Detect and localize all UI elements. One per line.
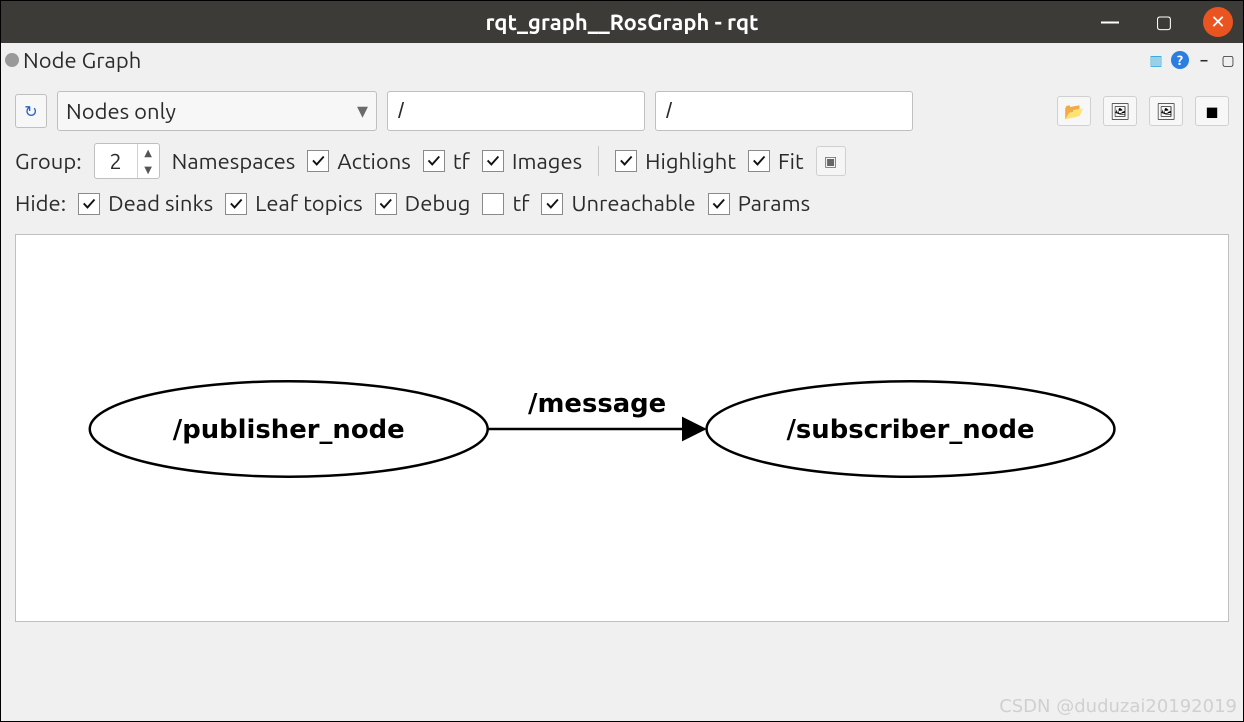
unreachable-check[interactable]: Unreachable <box>541 191 695 216</box>
subscriber-node-label: /subscriber_node <box>786 415 1034 445</box>
image-save2-icon: 🖼 <box>1156 102 1176 121</box>
highlight-label: Highlight <box>645 149 736 174</box>
debug-check[interactable]: Debug <box>375 191 471 216</box>
highlight-check[interactable]: Highlight <box>615 149 736 174</box>
checkbox-icon <box>78 193 100 215</box>
image-save-icon: 🖼 <box>1110 102 1130 121</box>
dock-toggle-icon[interactable]: ▥ <box>1147 51 1165 69</box>
unreachable-label: Unreachable <box>571 191 695 216</box>
checkbox-icon <box>423 150 445 172</box>
params-check[interactable]: Params <box>708 191 810 216</box>
hide-label: Hide: <box>15 191 66 216</box>
save-image-button[interactable]: 🖼 <box>1103 96 1137 126</box>
fit-label: Fit <box>778 149 804 174</box>
checkbox-icon <box>482 150 504 172</box>
debug-label: Debug <box>405 191 471 216</box>
export-buttons: 📂 🖼 🖼 ◼ <box>1057 96 1229 126</box>
chevron-down-icon: ▾ <box>357 98 368 124</box>
window-title: rqt_graph__RosGraph - rqt <box>485 10 758 35</box>
checkbox-icon <box>307 150 329 172</box>
toolbar-row-1: ↻ Nodes only ▾ 📂 🖼 🖼 ◼ <box>1 77 1243 137</box>
filter-mode-value: Nodes only <box>66 99 176 124</box>
close-button[interactable]: ✕ <box>1203 7 1233 37</box>
maximize-button[interactable]: ▢ <box>1149 7 1179 37</box>
deadsinks-label: Dead sinks <box>108 191 213 216</box>
checkbox-icon <box>708 193 730 215</box>
leaftopics-label: Leaf topics <box>255 191 363 216</box>
separator <box>598 146 599 176</box>
images-check[interactable]: Images <box>482 149 582 174</box>
node-filter-input[interactable] <box>387 91 645 131</box>
titlebar: rqt_graph__RosGraph - rqt — ▢ ✕ <box>1 1 1243 43</box>
plugin-title: Node Graph <box>23 48 141 73</box>
zoom-reset-button[interactable]: ▣ <box>816 146 846 176</box>
topic-filter-input[interactable] <box>655 91 913 131</box>
checkbox-icon <box>615 150 637 172</box>
save-dot-button[interactable]: 🖼 <box>1149 96 1183 126</box>
window-controls: — ▢ ✕ <box>1095 7 1233 37</box>
help-icon[interactable]: ? <box>1171 51 1189 69</box>
layout-button[interactable]: ◼ <box>1195 96 1229 126</box>
app-window: rqt_graph__RosGraph - rqt — ▢ ✕ Node Gra… <box>0 0 1244 722</box>
actions-check[interactable]: Actions <box>307 149 410 174</box>
leaftopics-check[interactable]: Leaf topics <box>225 191 363 216</box>
spin-down-icon[interactable]: ▼ <box>138 161 159 178</box>
graph-canvas[interactable]: /publisher_node /subscriber_node /messag… <box>15 234 1229 622</box>
spin-up-icon[interactable]: ▲ <box>138 144 159 161</box>
refresh-icon: ↻ <box>24 102 37 121</box>
spinner-arrows: ▲ ▼ <box>137 144 159 178</box>
plugin-header: Node Graph ▥ ? – ▢ <box>1 43 1243 77</box>
edge-label: /message <box>528 389 666 419</box>
group-row: Group: 2 ▲ ▼ Namespaces Actions tf Image… <box>1 137 1243 185</box>
minimize-button[interactable]: — <box>1095 7 1125 37</box>
hide-row: Hide: Dead sinks Leaf topics Debug tf Un… <box>1 185 1243 222</box>
reset-icon: ▣ <box>824 153 837 170</box>
checkbox-icon <box>541 193 563 215</box>
checkbox-icon <box>225 193 247 215</box>
images-label: Images <box>512 149 582 174</box>
folder-icon: 📂 <box>1064 102 1084 121</box>
checkbox-icon <box>748 150 770 172</box>
namespaces-label: Namespaces <box>172 149 296 174</box>
group-value: 2 <box>95 149 137 174</box>
checkbox-icon <box>482 193 504 215</box>
ros-graph-svg: /publisher_node /subscriber_node /messag… <box>16 235 1228 621</box>
watermark: CSDN @duduzai20192019 <box>999 696 1237 717</box>
publisher-node-label: /publisher_node <box>173 415 405 445</box>
fit-check[interactable]: Fit <box>748 149 804 174</box>
group-spinner[interactable]: 2 ▲ ▼ <box>94 143 160 179</box>
open-file-button[interactable]: 📂 <box>1057 96 1091 126</box>
deadsinks-check[interactable]: Dead sinks <box>78 191 213 216</box>
layout-icon: ◼ <box>1205 102 1218 121</box>
plugin-icon <box>3 51 21 69</box>
float-icon[interactable]: ▢ <box>1219 51 1237 69</box>
group-label: Group: <box>15 149 82 174</box>
minus-icon[interactable]: – <box>1195 51 1213 69</box>
client-area: Node Graph ▥ ? – ▢ ↻ Nodes only ▾ 📂 🖼 <box>1 43 1243 721</box>
tf-label: tf <box>453 149 470 174</box>
filter-mode-combo[interactable]: Nodes only ▾ <box>57 91 377 131</box>
params-label: Params <box>738 191 810 216</box>
refresh-button[interactable]: ↻ <box>15 94 47 128</box>
checkbox-icon <box>375 193 397 215</box>
tf2-check[interactable]: tf <box>482 191 529 216</box>
tf2-label: tf <box>512 191 529 216</box>
tf-check[interactable]: tf <box>423 149 470 174</box>
actions-label: Actions <box>337 149 410 174</box>
